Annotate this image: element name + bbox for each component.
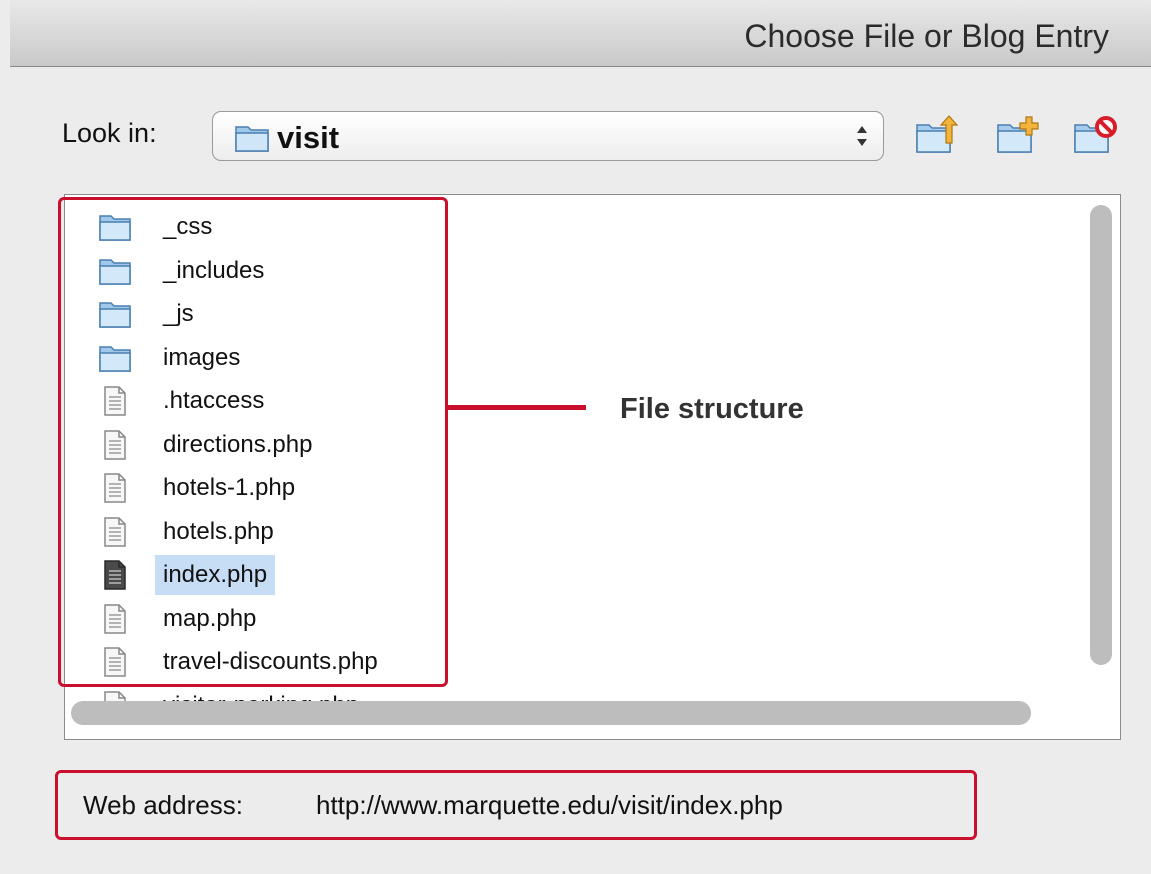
look-in-dropdown[interactable]: visit (212, 111, 884, 161)
horizontal-scrollbar[interactable] (71, 701, 1031, 725)
callout-connector (448, 405, 586, 410)
look-in-label: Look in: (62, 118, 157, 148)
chevron-updown-icon (857, 126, 867, 146)
delete-folder-icon[interactable] (1072, 113, 1118, 155)
file-structure-label: File structure (620, 393, 804, 425)
new-folder-icon[interactable] (995, 113, 1041, 155)
folder-icon (235, 126, 269, 152)
web-address-value: http://www.marquette.edu/visit/index.php (316, 790, 783, 820)
title-bar: Choose File or Blog Entry (10, 0, 1151, 67)
folder-up-icon[interactable] (914, 113, 960, 155)
file-structure-highlight (58, 197, 448, 687)
web-address-label: Web address: (83, 790, 243, 820)
look-in-value: visit (277, 120, 340, 155)
web-address-box: Web address: http://www.marquette.edu/vi… (55, 770, 977, 840)
dialog-title: Choose File or Blog Entry (744, 18, 1109, 54)
vertical-scrollbar[interactable] (1090, 205, 1112, 665)
